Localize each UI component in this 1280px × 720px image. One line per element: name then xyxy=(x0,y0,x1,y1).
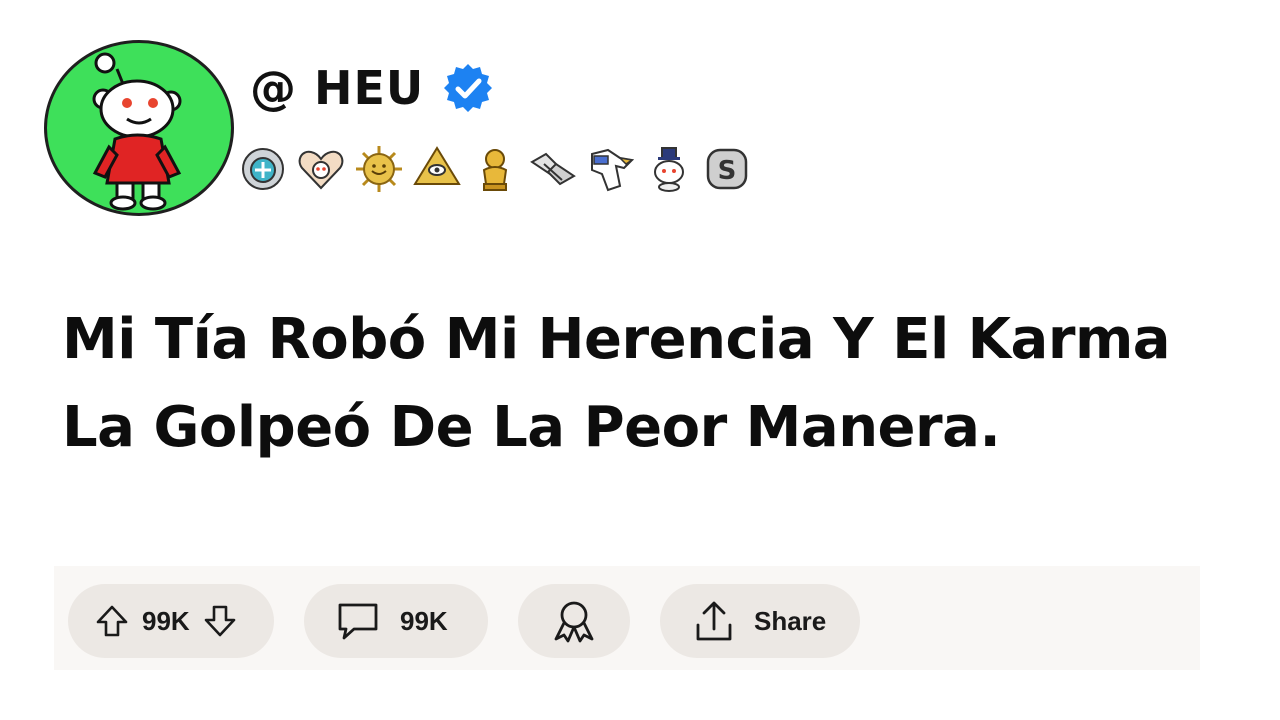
vote-count: 99K xyxy=(142,605,190,636)
arrow-up-icon[interactable] xyxy=(94,603,130,639)
svg-text:S: S xyxy=(718,156,737,186)
heart-snoo-badge-icon xyxy=(298,150,344,190)
robot-helmet-badge-icon xyxy=(242,148,284,190)
gold-trophy-snoo-badge-icon xyxy=(482,149,508,191)
verified-badge-icon xyxy=(444,64,493,112)
post-title[interactable]: Mi Tía Robó Mi Herencia Y El Karma La Go… xyxy=(62,296,1242,472)
share-button[interactable]: Share xyxy=(660,584,860,658)
author-header: @ HEU xyxy=(250,58,494,118)
vote-pill: 99K xyxy=(68,584,274,658)
sun-badge-icon xyxy=(356,146,402,192)
author-handle[interactable]: @ HEU xyxy=(250,61,424,115)
silver-s-coin-badge-icon: S xyxy=(706,148,748,190)
snoo-avatar-icon xyxy=(92,52,182,211)
comments-button[interactable]: 99K xyxy=(304,584,488,658)
arrow-down-icon[interactable] xyxy=(202,603,238,639)
speech-bubble-icon xyxy=(338,603,378,640)
award-button[interactable] xyxy=(518,584,630,658)
pyramid-eye-badge-icon xyxy=(413,146,461,185)
award-ribbon-icon xyxy=(554,601,594,643)
eagle-badge-icon xyxy=(591,148,635,192)
avatar[interactable] xyxy=(44,40,234,216)
comment-count: 99K xyxy=(400,605,448,636)
top-hat-snoo-badge-icon xyxy=(654,147,684,192)
badge-row: S xyxy=(238,144,752,194)
post-action-bar: 99K 99K Share xyxy=(54,566,1200,670)
handshake-badge-icon xyxy=(530,152,576,186)
share-arrow-icon xyxy=(696,601,732,641)
share-label: Share xyxy=(754,605,827,636)
